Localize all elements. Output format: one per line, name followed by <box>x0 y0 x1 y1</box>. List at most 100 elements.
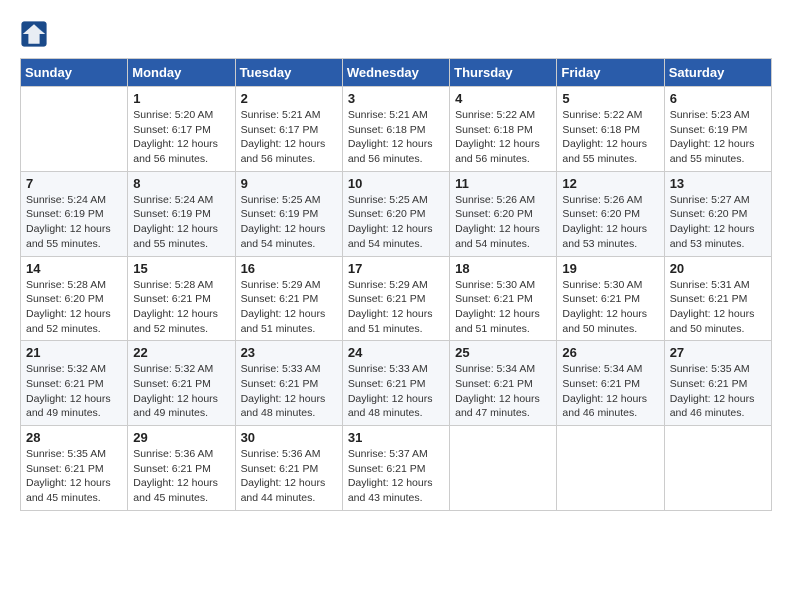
calendar-cell: 24 Sunrise: 5:33 AMSunset: 6:21 PMDayligh… <box>342 341 449 426</box>
day-number: 4 <box>455 91 551 106</box>
day-info: Sunrise: 5:25 AMSunset: 6:19 PMDaylight:… <box>241 193 337 252</box>
day-info: Sunrise: 5:35 AMSunset: 6:21 PMDaylight:… <box>670 362 766 421</box>
day-number: 30 <box>241 430 337 445</box>
calendar-cell: 2 Sunrise: 5:21 AMSunset: 6:17 PMDaylight… <box>235 87 342 172</box>
day-info: Sunrise: 5:23 AMSunset: 6:19 PMDaylight:… <box>670 108 766 167</box>
calendar-cell: 9 Sunrise: 5:25 AMSunset: 6:19 PMDaylight… <box>235 171 342 256</box>
day-number: 15 <box>133 261 229 276</box>
calendar-cell <box>557 426 664 511</box>
day-info: Sunrise: 5:20 AMSunset: 6:17 PMDaylight:… <box>133 108 229 167</box>
day-number: 9 <box>241 176 337 191</box>
day-info: Sunrise: 5:34 AMSunset: 6:21 PMDaylight:… <box>562 362 658 421</box>
day-number: 29 <box>133 430 229 445</box>
day-info: Sunrise: 5:27 AMSunset: 6:20 PMDaylight:… <box>670 193 766 252</box>
day-info: Sunrise: 5:21 AMSunset: 6:18 PMDaylight:… <box>348 108 444 167</box>
weekday-header-tuesday: Tuesday <box>235 59 342 87</box>
calendar-cell: 19 Sunrise: 5:30 AMSunset: 6:21 PMDayligh… <box>557 256 664 341</box>
day-info: Sunrise: 5:29 AMSunset: 6:21 PMDaylight:… <box>241 278 337 337</box>
day-number: 26 <box>562 345 658 360</box>
calendar-cell: 3 Sunrise: 5:21 AMSunset: 6:18 PMDaylight… <box>342 87 449 172</box>
day-info: Sunrise: 5:35 AMSunset: 6:21 PMDaylight:… <box>26 447 122 506</box>
weekday-header-monday: Monday <box>128 59 235 87</box>
day-number: 1 <box>133 91 229 106</box>
day-info: Sunrise: 5:33 AMSunset: 6:21 PMDaylight:… <box>241 362 337 421</box>
day-number: 18 <box>455 261 551 276</box>
page-header <box>20 20 772 48</box>
day-number: 25 <box>455 345 551 360</box>
calendar-cell: 5Sunrise: 5:22 AMSunset: 6:18 PMDaylight… <box>557 87 664 172</box>
weekday-header-thursday: Thursday <box>450 59 557 87</box>
day-info: Sunrise: 5:22 AMSunset: 6:18 PMDaylight:… <box>455 108 551 167</box>
calendar-cell: 13Sunrise: 5:27 AMSunset: 6:20 PMDayligh… <box>664 171 771 256</box>
weekday-header-wednesday: Wednesday <box>342 59 449 87</box>
calendar-week-row: 14 Sunrise: 5:28 AMSunset: 6:20 PMDayligh… <box>21 256 772 341</box>
calendar-cell: 23 Sunrise: 5:33 AMSunset: 6:21 PMDayligh… <box>235 341 342 426</box>
day-info: Sunrise: 5:24 AMSunset: 6:19 PMDaylight:… <box>133 193 229 252</box>
day-number: 10 <box>348 176 444 191</box>
day-info: Sunrise: 5:36 AMSunset: 6:21 PMDaylight:… <box>241 447 337 506</box>
day-info: Sunrise: 5:21 AMSunset: 6:17 PMDaylight:… <box>241 108 337 167</box>
calendar-cell: 7 Sunrise: 5:24 AMSunset: 6:19 PMDaylight… <box>21 171 128 256</box>
calendar-week-row: 21 Sunrise: 5:32 AMSunset: 6:21 PMDayligh… <box>21 341 772 426</box>
calendar-cell <box>450 426 557 511</box>
day-number: 20 <box>670 261 766 276</box>
day-number: 7 <box>26 176 122 191</box>
calendar-cell: 26 Sunrise: 5:34 AMSunset: 6:21 PMDayligh… <box>557 341 664 426</box>
calendar-cell: 6 Sunrise: 5:23 AMSunset: 6:19 PMDaylight… <box>664 87 771 172</box>
day-info: Sunrise: 5:32 AMSunset: 6:21 PMDaylight:… <box>133 362 229 421</box>
day-info: Sunrise: 5:30 AMSunset: 6:21 PMDaylight:… <box>562 278 658 337</box>
day-number: 28 <box>26 430 122 445</box>
day-info: Sunrise: 5:33 AMSunset: 6:21 PMDaylight:… <box>348 362 444 421</box>
calendar-cell: 15 Sunrise: 5:28 AMSunset: 6:21 PMDayligh… <box>128 256 235 341</box>
weekday-header-saturday: Saturday <box>664 59 771 87</box>
calendar-cell: 21Sunrise: 5:32 AMSunset: 6:21 PMDayligh… <box>21 341 128 426</box>
calendar-cell: 4 Sunrise: 5:22 AMSunset: 6:18 PMDaylight… <box>450 87 557 172</box>
day-info: Sunrise: 5:37 AMSunset: 6:21 PMDaylight:… <box>348 447 444 506</box>
logo-icon <box>20 20 48 48</box>
day-number: 21 <box>26 345 122 360</box>
calendar-cell: 27Sunrise: 5:35 AMSunset: 6:21 PMDayligh… <box>664 341 771 426</box>
calendar-cell: 16 Sunrise: 5:29 AMSunset: 6:21 PMDayligh… <box>235 256 342 341</box>
calendar-cell: 17 Sunrise: 5:29 AMSunset: 6:21 PMDayligh… <box>342 256 449 341</box>
day-info: Sunrise: 5:29 AMSunset: 6:21 PMDaylight:… <box>348 278 444 337</box>
logo <box>20 20 50 48</box>
day-number: 19 <box>562 261 658 276</box>
day-info: Sunrise: 5:30 AMSunset: 6:21 PMDaylight:… <box>455 278 551 337</box>
day-number: 3 <box>348 91 444 106</box>
calendar-header-row: SundayMondayTuesdayWednesdayThursdayFrid… <box>21 59 772 87</box>
day-number: 22 <box>133 345 229 360</box>
calendar-cell: 10 Sunrise: 5:25 AMSunset: 6:20 PMDayligh… <box>342 171 449 256</box>
day-info: Sunrise: 5:28 AMSunset: 6:20 PMDaylight:… <box>26 278 122 337</box>
calendar-cell: 11Sunrise: 5:26 AMSunset: 6:20 PMDayligh… <box>450 171 557 256</box>
day-number: 14 <box>26 261 122 276</box>
day-number: 17 <box>348 261 444 276</box>
calendar-cell: 31 Sunrise: 5:37 AMSunset: 6:21 PMDayligh… <box>342 426 449 511</box>
day-number: 23 <box>241 345 337 360</box>
day-info: Sunrise: 5:26 AMSunset: 6:20 PMDaylight:… <box>455 193 551 252</box>
day-number: 24 <box>348 345 444 360</box>
day-info: Sunrise: 5:25 AMSunset: 6:20 PMDaylight:… <box>348 193 444 252</box>
weekday-header-sunday: Sunday <box>21 59 128 87</box>
calendar-table: SundayMondayTuesdayWednesdayThursdayFrid… <box>20 58 772 511</box>
calendar-body: 1 Sunrise: 5:20 AMSunset: 6:17 PMDaylight… <box>21 87 772 511</box>
day-number: 31 <box>348 430 444 445</box>
calendar-cell: 22 Sunrise: 5:32 AMSunset: 6:21 PMDayligh… <box>128 341 235 426</box>
calendar-cell: 8 Sunrise: 5:24 AMSunset: 6:19 PMDaylight… <box>128 171 235 256</box>
day-number: 2 <box>241 91 337 106</box>
calendar-week-row: 28 Sunrise: 5:35 AMSunset: 6:21 PMDayligh… <box>21 426 772 511</box>
calendar-cell: 29Sunrise: 5:36 AMSunset: 6:21 PMDayligh… <box>128 426 235 511</box>
day-info: Sunrise: 5:28 AMSunset: 6:21 PMDaylight:… <box>133 278 229 337</box>
day-info: Sunrise: 5:26 AMSunset: 6:20 PMDaylight:… <box>562 193 658 252</box>
calendar-cell: 12 Sunrise: 5:26 AMSunset: 6:20 PMDayligh… <box>557 171 664 256</box>
day-info: Sunrise: 5:31 AMSunset: 6:21 PMDaylight:… <box>670 278 766 337</box>
day-number: 6 <box>670 91 766 106</box>
calendar-cell: 28 Sunrise: 5:35 AMSunset: 6:21 PMDayligh… <box>21 426 128 511</box>
day-info: Sunrise: 5:34 AMSunset: 6:21 PMDaylight:… <box>455 362 551 421</box>
day-info: Sunrise: 5:24 AMSunset: 6:19 PMDaylight:… <box>26 193 122 252</box>
day-number: 12 <box>562 176 658 191</box>
day-number: 8 <box>133 176 229 191</box>
day-number: 16 <box>241 261 337 276</box>
calendar-cell: 14 Sunrise: 5:28 AMSunset: 6:20 PMDayligh… <box>21 256 128 341</box>
calendar-cell: 30 Sunrise: 5:36 AMSunset: 6:21 PMDayligh… <box>235 426 342 511</box>
calendar-cell <box>21 87 128 172</box>
